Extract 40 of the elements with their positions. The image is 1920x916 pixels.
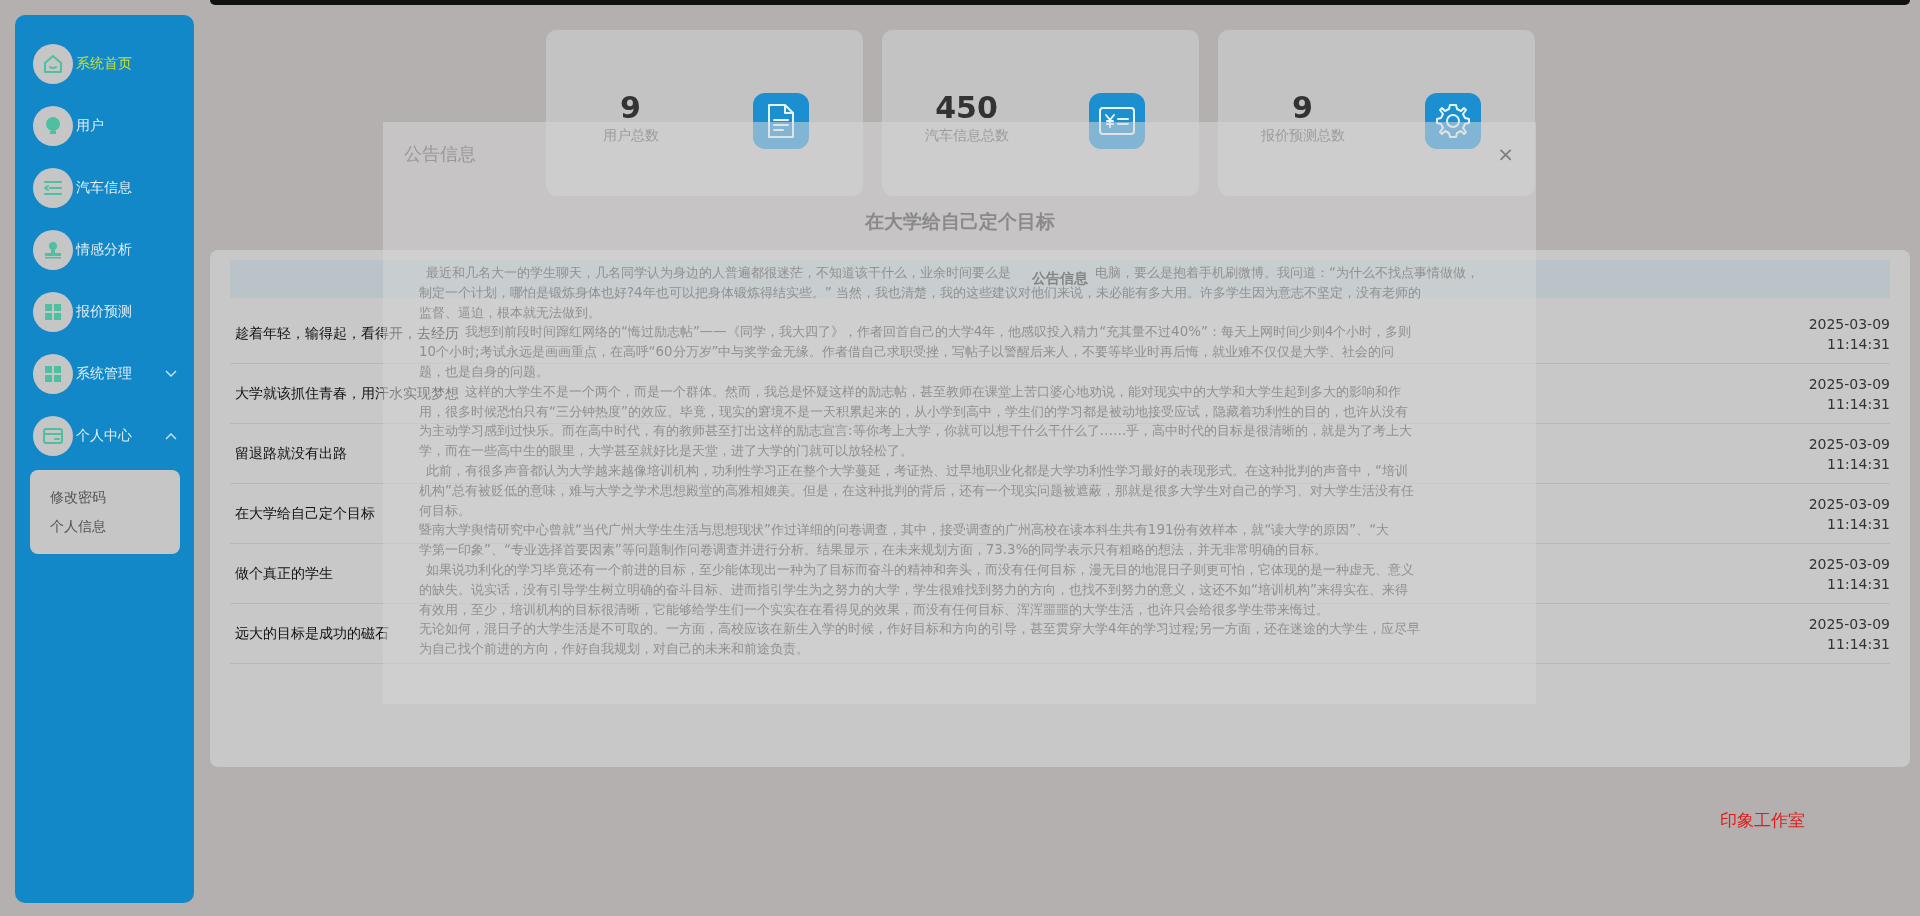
submenu-item[interactable]: 修改密码 bbox=[50, 483, 180, 512]
home-icon bbox=[41, 52, 65, 76]
notice-title[interactable]: 趁着年轻，输得起，看得开，去经历 bbox=[235, 324, 459, 343]
article-line: 暨南大学舆情研究中心曾就“当代广州大学生生活与思想现状”作过详细的问卷调查，其中，接受调查的广州高校在读本科生共有191份有效样本，就“读大学的原因”、“大 bbox=[419, 521, 1390, 540]
notice-time: 2025-03-09 11:14:31 bbox=[1807, 614, 1890, 654]
notice-title[interactable]: 在大学给自己定个目标 bbox=[235, 504, 375, 523]
document-icon bbox=[752, 93, 809, 149]
notice-title[interactable]: 做个真正的学生 bbox=[235, 564, 333, 583]
notice-time: 2025-03-09 11:14:31 bbox=[1807, 314, 1890, 354]
stat-value: 450 bbox=[934, 89, 999, 125]
notice-time: 2025-03-09 11:14:31 bbox=[1807, 374, 1890, 414]
settings-icon bbox=[1424, 93, 1481, 149]
sidebar-item[interactable]: 系统管理 bbox=[33, 354, 183, 394]
banknote-icon bbox=[1088, 93, 1145, 149]
notice-time: 2025-03-09 11:14:31 bbox=[1807, 434, 1890, 474]
notice-time: 2025-03-09 11:14:31 bbox=[1807, 554, 1890, 594]
stat-value: 9 bbox=[1291, 89, 1314, 125]
submenu-item[interactable]: 个人信息 bbox=[50, 512, 180, 541]
article-line: 的缺失。说实话，没有引导学生树立明确的奋斗目标、进而指引学生为之努力的大学，学生很难找到努力的方向，也找不到努力的意义，这还不如“培训机构”来得实在、来得 bbox=[419, 580, 1408, 599]
article-title: 在大学给自己定个目标 bbox=[863, 209, 1056, 234]
footer-text: 印象工作室 bbox=[1720, 809, 1805, 832]
notice-title[interactable]: 留退路就没有出路 bbox=[235, 444, 347, 463]
close-button[interactable]: × bbox=[1497, 142, 1514, 166]
column-header: 公告信息 bbox=[1032, 270, 1088, 286]
article-line: 为自己找个前进的方向，作好自我规划，对自己的未来和前途负责。 bbox=[419, 640, 809, 659]
article-line: 监督、逼迫，根本就无法做到。 bbox=[419, 303, 601, 322]
notice-title[interactable]: 远大的目标是成功的磁石 bbox=[235, 624, 389, 643]
stat-value: 9 bbox=[619, 89, 642, 125]
sidebar-item[interactable]: 系统首页 bbox=[33, 44, 183, 84]
sidebar-item[interactable]: 个人中心 bbox=[33, 416, 183, 456]
article-line: 电脑，要么是抱着手机刷微博。我问道：“为什么不找点事情做做， bbox=[1095, 264, 1479, 282]
article-line: 何目标。 bbox=[419, 501, 471, 520]
notice-time: 2025-03-09 11:14:31 bbox=[1807, 494, 1890, 534]
article-line: 题，也是自身的问题。 bbox=[419, 363, 549, 381]
sidebar-item[interactable]: 报价预测 bbox=[33, 292, 183, 332]
notice-title[interactable]: 大学就该抓住青春，用汗水实现梦想 bbox=[235, 384, 459, 403]
article-line: 此前，有很多声音都认为大学越来越像培训机构，功利性学习正在整个大学蔓延，考证热、过早地职业化都是大学功利性学习最好的表现形式。在这种批判的声音中，“培训 bbox=[426, 461, 1408, 480]
sidebar-item[interactable]: 汽车信息 bbox=[33, 168, 183, 208]
sidebar-item[interactable]: 情感分析 bbox=[33, 230, 183, 270]
sidebar-item[interactable]: 用户 bbox=[33, 106, 183, 146]
